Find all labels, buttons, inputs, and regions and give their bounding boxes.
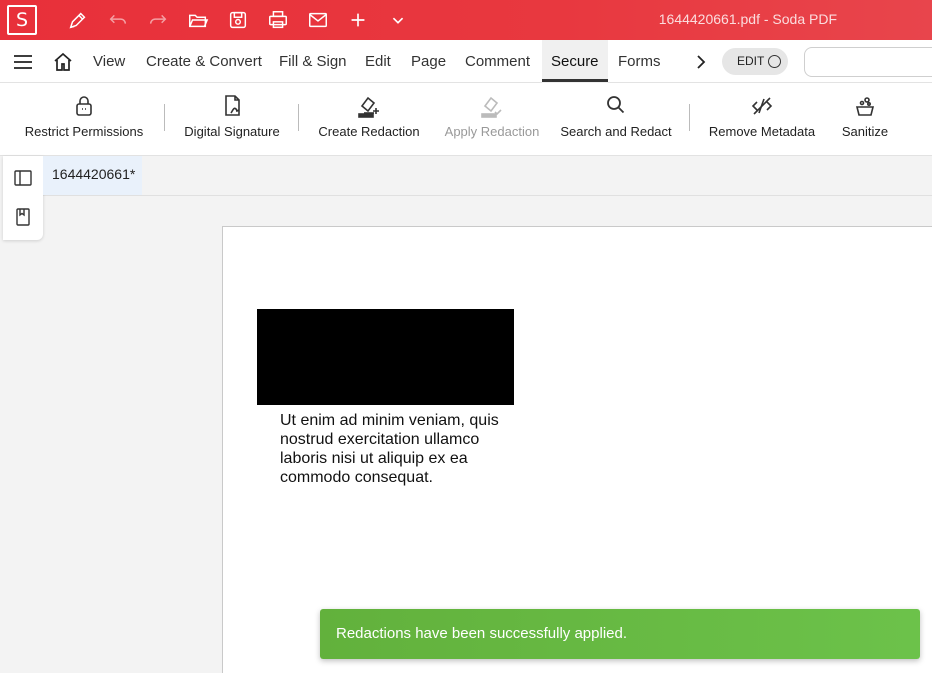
ribbon-divider <box>164 104 165 131</box>
search-icon <box>607 96 625 114</box>
digital-signature-button[interactable]: Digital Signature <box>180 83 284 156</box>
remove-metadata-button[interactable]: Remove Metadata <box>706 83 818 156</box>
bookmark-icon[interactable] <box>13 207 33 227</box>
menu-page[interactable]: Page <box>411 40 446 83</box>
lock-icon <box>76 96 92 116</box>
apply-redaction-button: Apply Redaction <box>442 83 542 156</box>
side-panel <box>3 156 43 240</box>
tool-label: Create Redaction <box>318 124 420 139</box>
tool-label: Sanitize <box>841 124 889 139</box>
search-and-redact-button[interactable]: Search and Redact <box>560 83 672 156</box>
tool-label: Restrict Permissions <box>24 124 144 139</box>
ribbon-divider <box>298 104 299 131</box>
edit-toggle-label: EDIT <box>737 54 765 68</box>
menu-bar: View Create & Convert Fill & Sign Edit P… <box>0 40 932 83</box>
apply-redaction-icon <box>481 96 502 118</box>
tool-label: Digital Signature <box>184 124 280 139</box>
panel-toggle-icon[interactable] <box>13 168 33 188</box>
tool-label: Apply Redaction <box>444 124 540 139</box>
secure-ribbon: Restrict Permissions Digital Signature C… <box>0 83 932 156</box>
restrict-permissions-button[interactable]: Restrict Permissions <box>20 83 148 156</box>
redaction-box[interactable] <box>257 309 514 405</box>
menu-forms[interactable]: Forms <box>618 40 661 83</box>
remove-metadata-icon <box>751 97 773 115</box>
search-input[interactable] <box>804 47 932 77</box>
menu-fill-sign[interactable]: Fill & Sign <box>279 40 347 83</box>
menu-create-convert[interactable]: Create & Convert <box>146 40 262 83</box>
toggle-knob <box>768 55 781 68</box>
tool-label: Search and Redact <box>560 124 672 139</box>
sanitize-icon <box>855 97 875 116</box>
home-icon[interactable] <box>52 51 74 73</box>
hamburger-menu-icon[interactable] <box>12 52 34 72</box>
chevron-right-icon[interactable] <box>693 53 709 71</box>
tool-label: Remove Metadata <box>708 124 816 139</box>
signature-file-icon <box>225 95 240 116</box>
menu-view[interactable]: View <box>93 40 125 83</box>
tab-bar-divider <box>43 195 932 196</box>
menu-comment[interactable]: Comment <box>465 40 530 83</box>
menu-edit[interactable]: Edit <box>365 40 391 83</box>
page-body-text: Ut enim ad minim veniam, quis nostrud ex… <box>280 412 499 486</box>
success-toast: Redactions have been successfully applie… <box>320 609 920 659</box>
create-redaction-icon <box>358 96 379 118</box>
sanitize-button[interactable]: Sanitize <box>836 83 894 156</box>
title-bar: S 1644420661.pdf - Soda PDF <box>0 0 932 40</box>
edit-toggle[interactable]: EDIT <box>722 48 788 75</box>
menu-secure[interactable]: Secure <box>542 40 608 83</box>
ribbon-divider <box>689 104 690 131</box>
create-redaction-button[interactable]: Create Redaction <box>316 83 422 156</box>
window-title: 1644420661.pdf - Soda PDF <box>658 11 837 27</box>
document-tab[interactable]: 1644420661* <box>43 156 142 195</box>
